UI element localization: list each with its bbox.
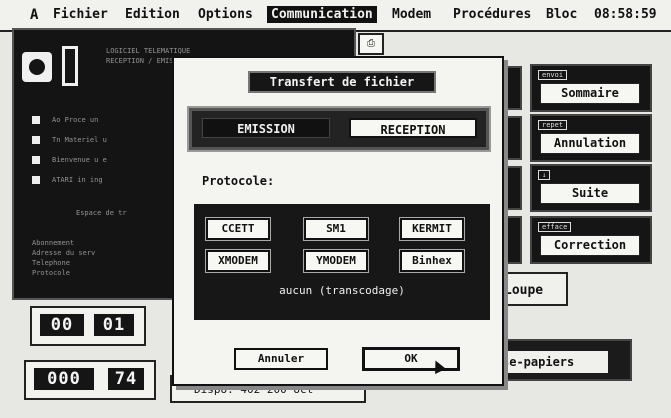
menu-options[interactable]: Options bbox=[198, 7, 253, 22]
menu-fichier[interactable]: Fichier bbox=[53, 7, 108, 22]
bg-text: Adresse du serv bbox=[32, 249, 96, 257]
protocol-ymodem-button[interactable]: YMODEM bbox=[304, 250, 368, 272]
protocol-sm1-button[interactable]: SM1 bbox=[304, 218, 368, 240]
menu-edition[interactable]: Edition bbox=[125, 7, 180, 22]
bg-text: LOGICIEL TELEMATIQUE bbox=[106, 47, 191, 55]
key-tag: envoi bbox=[538, 70, 568, 80]
protocol-panel: CCETT SM1 KERMIT XMODEM YMODEM Binhex au… bbox=[194, 204, 490, 320]
checkbox-icon[interactable] bbox=[32, 176, 40, 184]
oi-logo-icon bbox=[22, 46, 96, 92]
checkbox-icon[interactable] bbox=[32, 156, 40, 164]
transfer-dialog: Transfert de fichier EMISSION RECEPTION … bbox=[172, 56, 504, 386]
presse-papiers-label: se-papiers bbox=[496, 351, 608, 373]
protocole-label: Protocole: bbox=[202, 174, 275, 188]
counter-digits: 74 bbox=[108, 368, 144, 390]
menu-communication[interactable]: Communication bbox=[267, 6, 377, 23]
counter-digits: 00 bbox=[40, 314, 84, 336]
annulation-label: Annulation bbox=[540, 133, 640, 154]
key-tag: repet bbox=[538, 120, 568, 130]
checkbox-icon[interactable] bbox=[32, 116, 40, 124]
reception-button[interactable]: RECEPTION bbox=[349, 118, 477, 138]
correction-label: Correction bbox=[540, 235, 640, 256]
sommaire-button[interactable]: envoi Sommaire bbox=[530, 64, 652, 112]
dialog-title: Transfert de fichier bbox=[248, 71, 436, 93]
protocol-xmodem-button[interactable]: XMODEM bbox=[206, 250, 270, 272]
loupe-button[interactable]: Loupe bbox=[496, 272, 568, 306]
atari-logo-icon[interactable]: A bbox=[30, 7, 38, 23]
annulation-button[interactable]: repet Annulation bbox=[530, 114, 652, 162]
suite-label: Suite bbox=[540, 183, 640, 204]
suite-button[interactable]: ↓ Suite bbox=[530, 164, 652, 212]
clock: 08:58:59 bbox=[594, 7, 657, 22]
counter-digits: 000 bbox=[34, 368, 94, 390]
menu-procedures[interactable]: Procédures bbox=[453, 7, 531, 22]
menu-modem[interactable]: Modem bbox=[392, 7, 431, 22]
page-counter: 00 01 bbox=[30, 306, 146, 346]
annuler-button[interactable]: Annuler bbox=[234, 348, 328, 370]
bg-text: Bienvenue u e bbox=[52, 156, 107, 164]
transcodage-option[interactable]: aucun (transcodage) bbox=[194, 284, 490, 297]
emission-button[interactable]: EMISSION bbox=[202, 118, 330, 138]
print-icon[interactable]: ⎙ bbox=[358, 33, 384, 55]
protocol-ccett-button[interactable]: CCETT bbox=[206, 218, 270, 240]
correction-button[interactable]: efface Correction bbox=[530, 216, 652, 264]
bg-text: Telephone bbox=[32, 259, 70, 267]
byte-counter: 000 74 bbox=[24, 360, 156, 400]
bg-text: Ao Proce un bbox=[52, 116, 99, 124]
key-tag: efface bbox=[538, 222, 572, 232]
menu-bloc[interactable]: Bloc bbox=[546, 7, 577, 22]
bg-text: Tn Materiel u bbox=[52, 136, 107, 144]
protocol-kermit-button[interactable]: KERMIT bbox=[400, 218, 464, 240]
bg-text: Protocole bbox=[32, 269, 70, 277]
bg-text: Espace de tr bbox=[76, 209, 127, 217]
checkbox-icon[interactable] bbox=[32, 136, 40, 144]
arrow-down-icon: ↓ bbox=[538, 170, 551, 180]
bg-text: Abonnement bbox=[32, 239, 75, 247]
sommaire-label: Sommaire bbox=[540, 83, 640, 104]
counter-digits: 01 bbox=[94, 314, 134, 336]
mode-selector: EMISSION RECEPTION bbox=[187, 106, 491, 152]
bg-text: ATARI in ing bbox=[52, 176, 103, 184]
protocol-binhex-button[interactable]: Binhex bbox=[400, 250, 464, 272]
presse-papiers-button[interactable]: se-papiers bbox=[488, 339, 632, 381]
